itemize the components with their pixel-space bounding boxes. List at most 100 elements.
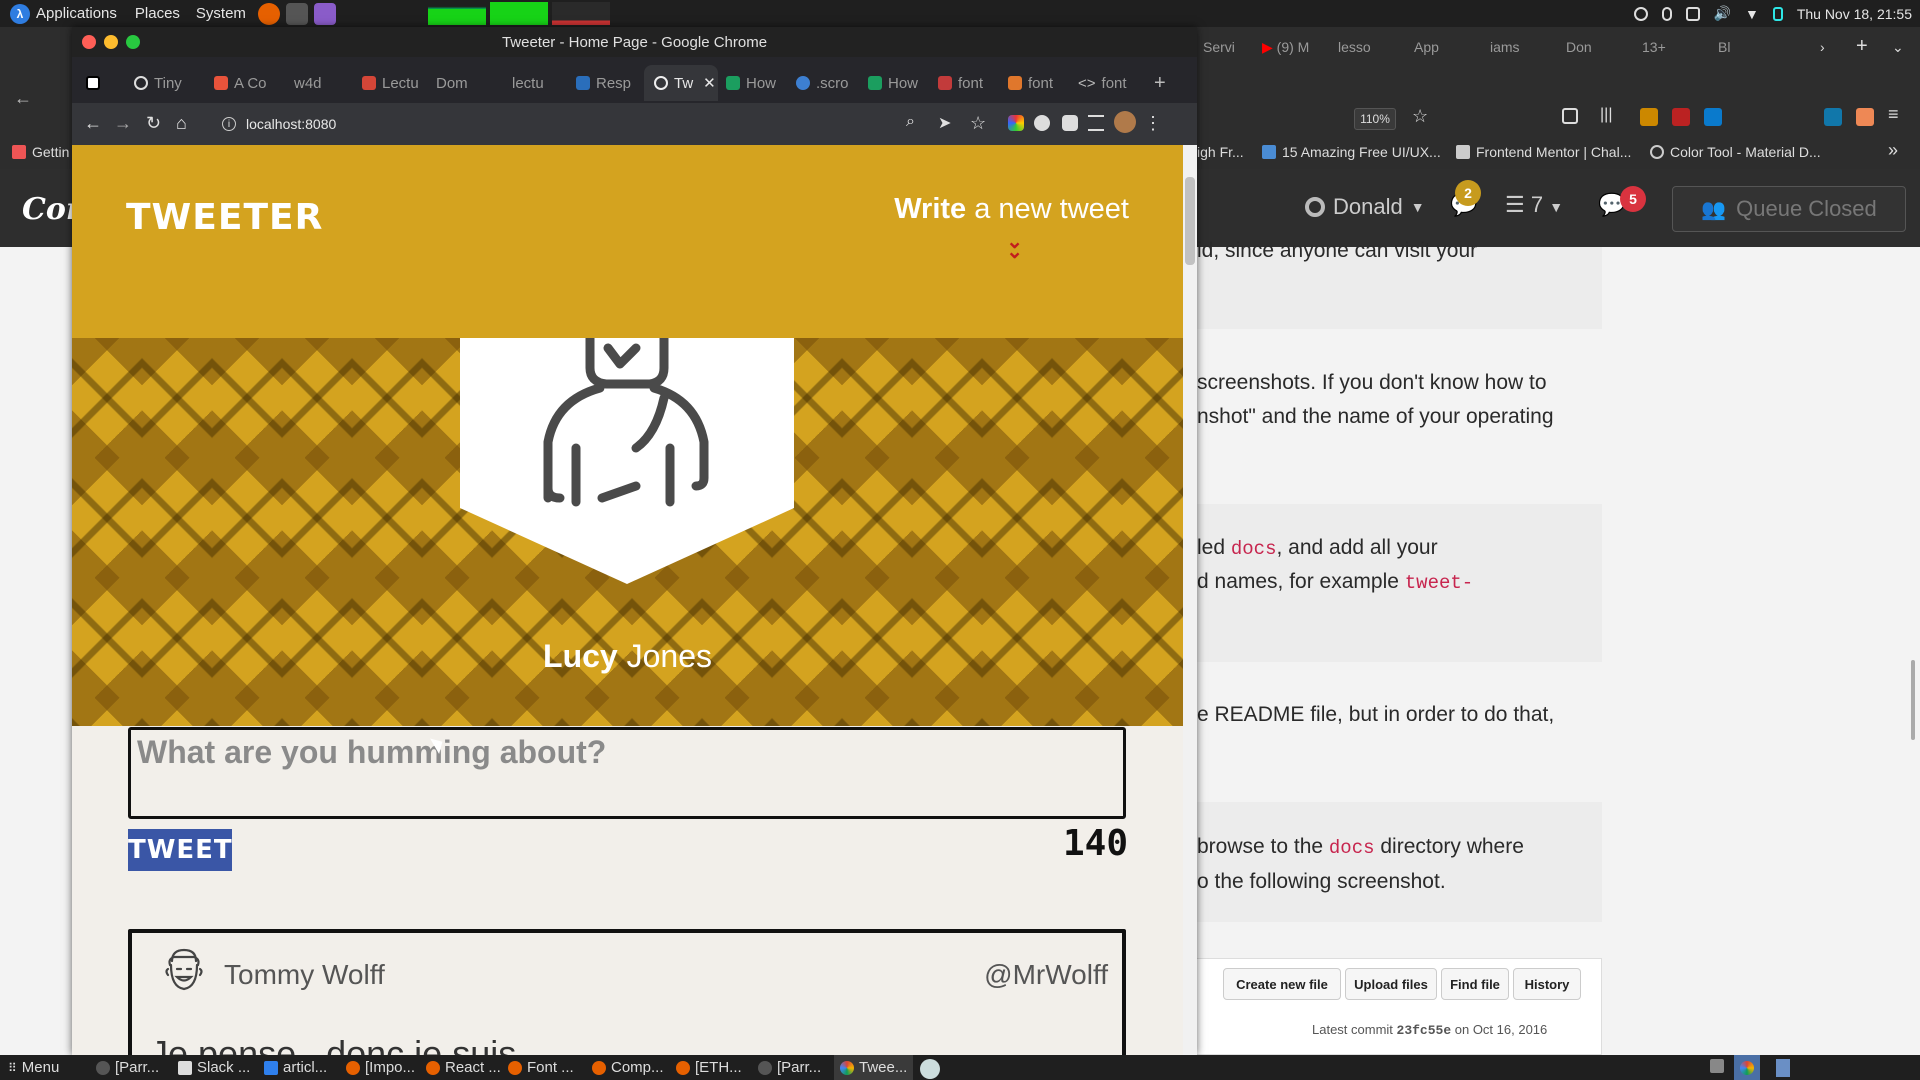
tweeter-brand[interactable]: TWEETER	[126, 197, 323, 238]
taskbar-item[interactable]: React ...	[426, 1059, 501, 1076]
ublock-icon[interactable]	[1672, 108, 1690, 126]
extension-fox-icon[interactable]	[1856, 108, 1874, 126]
taskbar-menu[interactable]: ⠿ Menu	[8, 1059, 59, 1076]
extension-icon[interactable]	[1640, 108, 1658, 126]
taskbar-item[interactable]	[920, 1059, 940, 1079]
taskbar-item-active[interactable]: Twee...	[834, 1055, 914, 1080]
address-bar[interactable]: i localhost:8080	[222, 110, 982, 138]
color-picker-extension-icon[interactable]	[1008, 115, 1024, 131]
find-file-button[interactable]: Find file	[1441, 968, 1509, 1000]
zoom-level-badge[interactable]: 110%	[1354, 108, 1396, 130]
background-scrollbar[interactable]	[1908, 247, 1920, 1055]
forward-icon[interactable]: →	[114, 113, 132, 134]
places-menu[interactable]: Places	[135, 5, 180, 22]
workspace-2[interactable]	[1776, 1059, 1790, 1077]
chrome-tab[interactable]: w4d	[294, 65, 354, 101]
bookmarks-overflow-icon[interactable]: »	[1888, 140, 1898, 161]
chrome-tab[interactable]: lectu	[512, 65, 568, 101]
reload-icon[interactable]: ↻	[146, 113, 161, 134]
chrome-tab[interactable]: font	[1008, 65, 1072, 101]
tab-notion[interactable]	[86, 65, 130, 101]
chrome-tab[interactable]: .scro	[796, 65, 864, 101]
chrome-tab[interactable]: font	[938, 65, 1002, 101]
display-icon[interactable]	[1685, 6, 1700, 21]
settings-tray-icon[interactable]	[1633, 6, 1648, 21]
terminal-launcher-icon[interactable]	[285, 2, 308, 25]
extensions-puzzle-icon[interactable]	[1062, 115, 1078, 131]
site-info-icon[interactable]: i	[222, 117, 236, 131]
home-icon[interactable]: ⌂	[176, 113, 187, 134]
react-devtools-icon[interactable]	[1034, 115, 1050, 131]
bookmark-item[interactable]: igh Fr...	[1197, 144, 1244, 160]
bg-menu-icon[interactable]: ≡	[1888, 104, 1899, 125]
write-new-tweet-link[interactable]: Write a new tweet	[894, 193, 1129, 226]
chrome-tab[interactable]: How	[868, 65, 932, 101]
create-new-file-button[interactable]: Create new file	[1223, 968, 1341, 1000]
taskbar-item[interactable]: Slack ...	[178, 1059, 250, 1076]
bookmark-item[interactable]: Gettin	[12, 144, 69, 160]
applications-label[interactable]: Applications	[36, 5, 117, 22]
bg-new-tab-icon[interactable]: +	[1856, 35, 1868, 58]
volume-icon[interactable]: 🔊	[1714, 5, 1731, 22]
bg-tab[interactable]: ▶ (9) M	[1262, 39, 1309, 56]
close-tab-icon[interactable]: ✕	[703, 74, 716, 92]
system-menu[interactable]: System	[196, 5, 246, 22]
active-workspace[interactable]	[1734, 1055, 1760, 1080]
battery-icon[interactable]	[1772, 6, 1783, 21]
pocket-icon[interactable]	[1562, 108, 1578, 124]
list-menu[interactable]: ☰ 7 ▼	[1505, 192, 1563, 218]
bookmark-item[interactable]: Color Tool - Material D...	[1650, 144, 1821, 160]
chrome-tab-active[interactable]: Tw ✕	[644, 65, 718, 101]
bookmark-item[interactable]: 15 Amazing Free UI/UX...	[1262, 144, 1441, 160]
chrome-tab[interactable]: How	[726, 65, 790, 101]
bg-tab[interactable]: Servi	[1203, 39, 1235, 55]
library-icon[interactable]: |||	[1600, 106, 1612, 124]
react-devtools-icon[interactable]	[1824, 108, 1842, 126]
taskbar-item[interactable]: Font ...	[508, 1059, 574, 1076]
history-button[interactable]: History	[1513, 968, 1581, 1000]
bookmark-star-icon[interactable]: ☆	[1412, 106, 1428, 127]
chrome-tab[interactable]: Tiny	[134, 65, 210, 101]
bg-tab-scroll-right-icon[interactable]: ›	[1820, 39, 1825, 55]
minimize-window-icon[interactable]	[104, 35, 118, 49]
reading-list-icon[interactable]	[1088, 115, 1104, 131]
chrome-tab[interactable]: <> font	[1078, 65, 1142, 101]
bg-back-icon[interactable]: ←	[14, 88, 32, 109]
zoom-icon[interactable]: ⌕	[906, 113, 915, 131]
chrome-title-bar[interactable]: Tweeter - Home Page - Google Chrome	[72, 27, 1197, 57]
bookmark-star-icon[interactable]: ☆	[970, 113, 986, 134]
extension-s-icon[interactable]	[1704, 108, 1722, 126]
taskbar-item[interactable]: [Parr...	[96, 1059, 159, 1076]
page-scrollbar-thumb[interactable]	[1185, 177, 1195, 265]
bg-tab[interactable]: iams	[1490, 39, 1520, 55]
firefox-launcher-icon[interactable]	[257, 2, 280, 25]
user-menu[interactable]: Donald ▼	[1305, 194, 1425, 220]
taskbar-item[interactable]: [ETH...	[676, 1059, 742, 1076]
bg-tab[interactable]: App	[1414, 39, 1439, 55]
profile-avatar[interactable]	[1114, 111, 1136, 133]
queue-closed-button[interactable]: 👥 Queue Closed	[1672, 186, 1906, 232]
double-chevron-down-icon[interactable]: ⌄ ⌄	[1006, 232, 1023, 262]
maximize-window-icon[interactable]	[126, 35, 140, 49]
upload-files-button[interactable]: Upload files	[1345, 968, 1437, 1000]
bg-tab[interactable]: 13+	[1642, 39, 1666, 55]
bluetooth-icon[interactable]	[1661, 6, 1672, 21]
workspace-switcher-icon[interactable]	[1710, 1059, 1724, 1073]
taskbar-item[interactable]: [Parr...	[758, 1059, 821, 1076]
taskbar-item[interactable]: Comp...	[592, 1059, 664, 1076]
bg-tab[interactable]: Bl	[1718, 39, 1730, 55]
bookmark-item[interactable]: Frontend Mentor | Chal...	[1456, 144, 1631, 160]
tweet-button[interactable]: TWEET	[128, 829, 232, 871]
wifi-icon[interactable]: ▼	[1745, 6, 1759, 22]
clock[interactable]: Thu Nov 18, 21:55	[1797, 6, 1912, 22]
chrome-tab[interactable]: Dom	[436, 65, 494, 101]
chrome-tab[interactable]: Resp	[576, 65, 640, 101]
applications-menu[interactable]: λ Applications	[0, 3, 127, 24]
close-window-icon[interactable]	[82, 35, 96, 49]
bg-tab-list-icon[interactable]: ⌄	[1892, 39, 1904, 56]
chrome-tab[interactable]: Lectu	[362, 65, 428, 101]
text-editor-launcher-icon[interactable]	[313, 2, 336, 25]
chrome-menu-icon[interactable]: ⋮	[1144, 113, 1162, 134]
taskbar-item[interactable]: articl...	[264, 1059, 327, 1076]
commit-hash[interactable]: 23fc55e	[1397, 1023, 1452, 1038]
